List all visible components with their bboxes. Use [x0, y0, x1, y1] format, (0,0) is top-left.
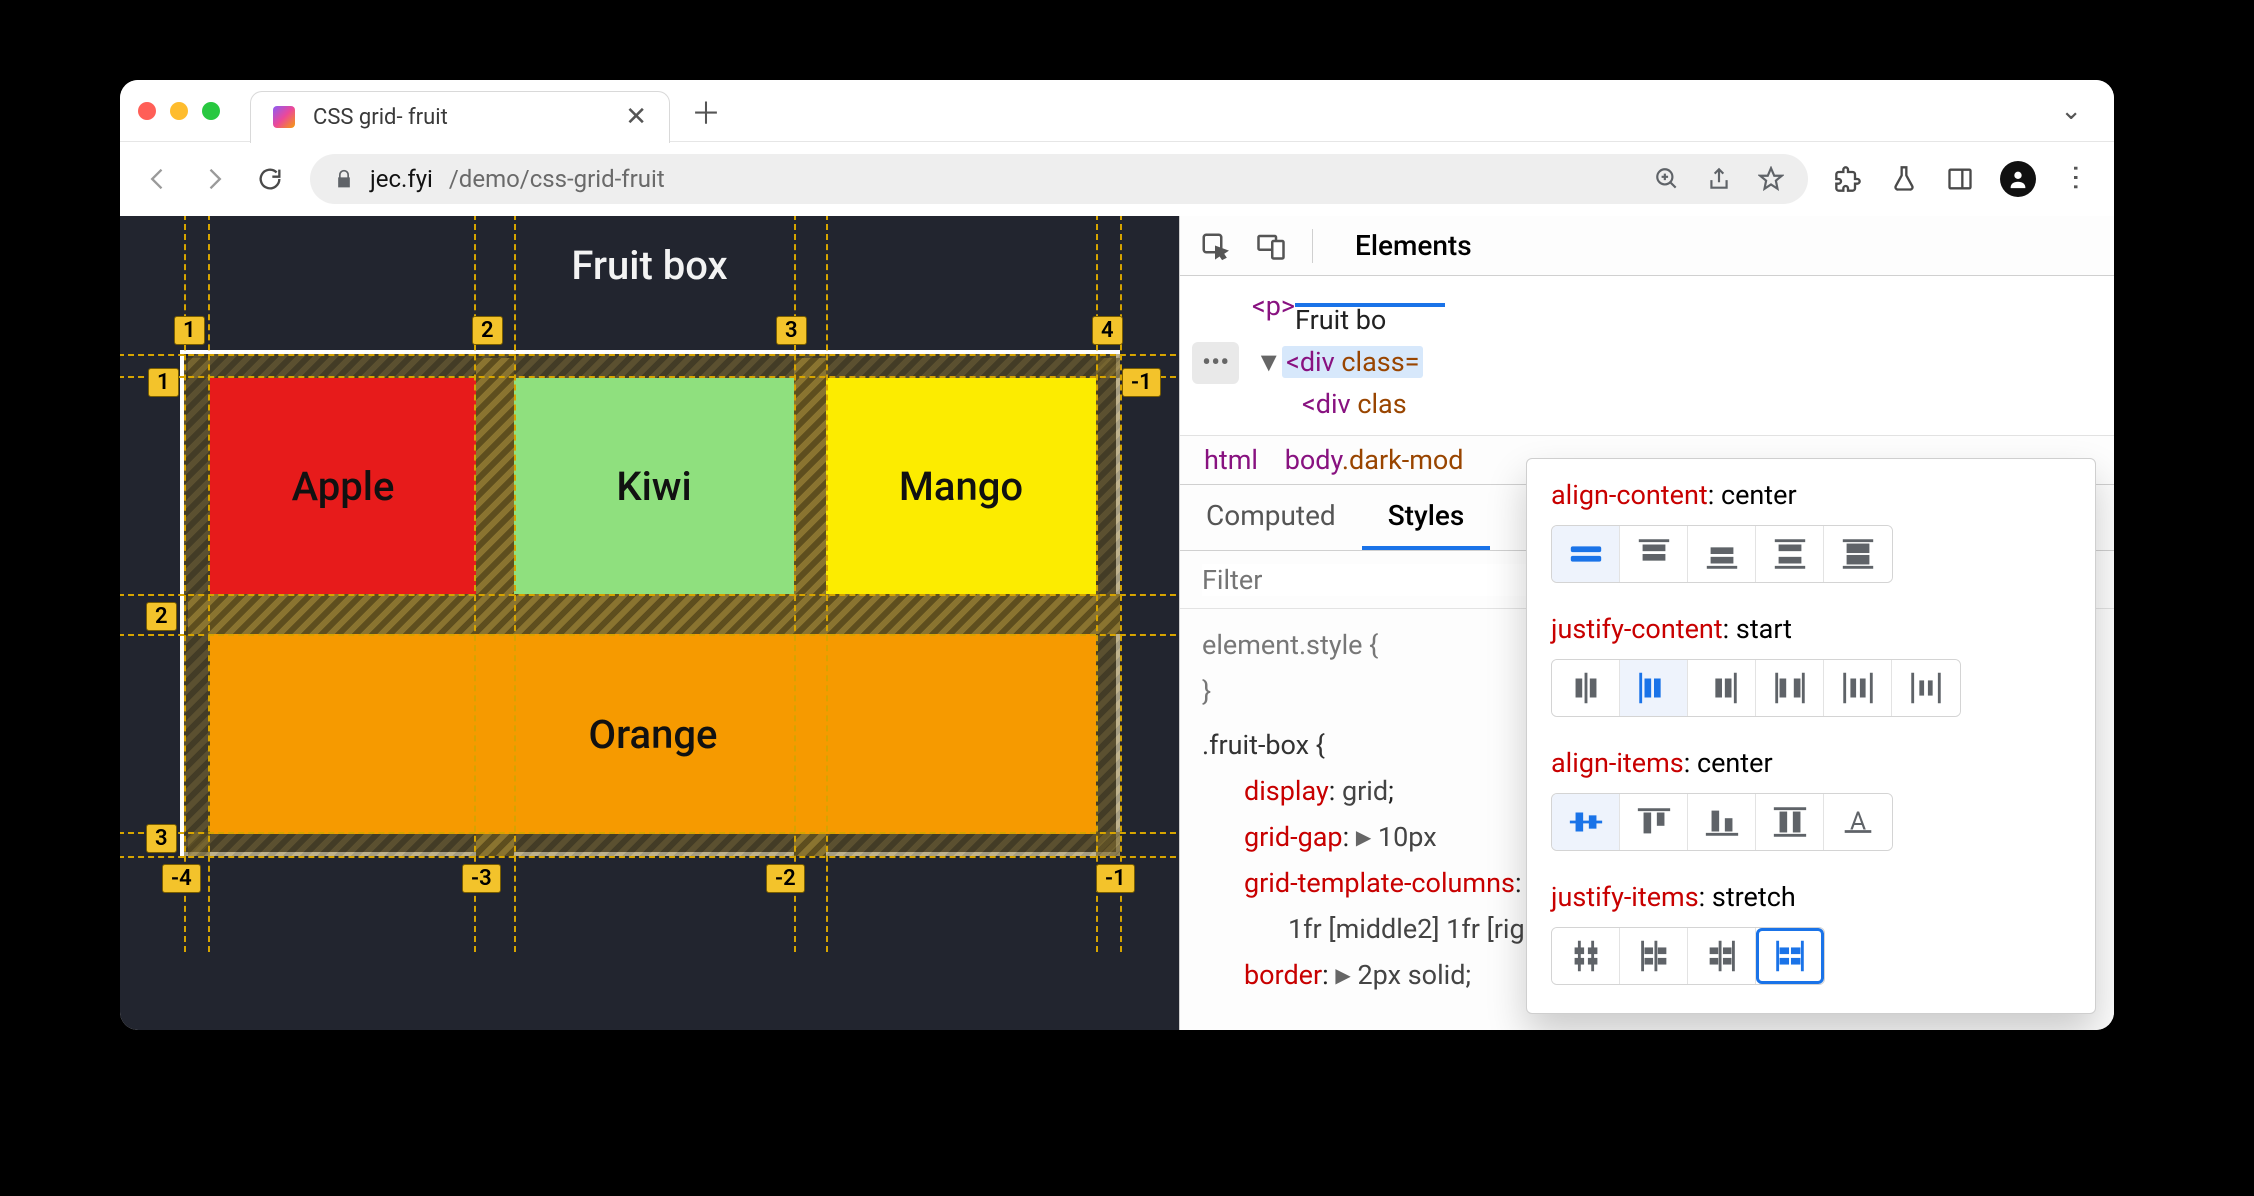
device-toggle-icon[interactable] [1256, 231, 1286, 261]
grid-line-label: 1 [174, 316, 205, 345]
tab-title: CSS grid- fruit [313, 105, 448, 130]
grid-line [120, 354, 1179, 356]
justify-content-space-around-icon[interactable] [1824, 660, 1892, 716]
justify-content-start-icon[interactable] [1620, 660, 1688, 716]
grid-line [514, 216, 516, 952]
grid-line [120, 856, 1179, 858]
grid-line-label: -3 [462, 864, 501, 893]
css-selector: .fruit-box { [1202, 729, 1325, 761]
page-title: Fruit box [120, 242, 1179, 289]
url-path: /demo/css-grid-fruit [449, 165, 665, 193]
group-align-content: align-content: center [1551, 479, 2071, 583]
browser-window: CSS grid- fruit ✕ ＋ ⌄ jec.fyi/demo/css-g… [120, 80, 2114, 1030]
inspect-icon[interactable] [1200, 231, 1230, 261]
address-bar[interactable]: jec.fyi/demo/css-grid-fruit [310, 154, 1808, 204]
close-tab-button[interactable]: ✕ [625, 102, 647, 132]
grid-line [120, 376, 1179, 378]
zoom-window-button[interactable] [202, 102, 220, 120]
new-tab-button[interactable]: ＋ [688, 93, 724, 129]
tabs-dropdown-button[interactable]: ⌄ [2046, 96, 2096, 126]
group-justify-items: justify-items: stretch [1551, 881, 2071, 985]
dom-tree[interactable]: <p> <p>Fruit bo •••▼<div class= <div cla… [1180, 276, 2114, 435]
align-items-start-icon[interactable] [1620, 794, 1688, 850]
window-controls [138, 102, 220, 120]
grid-line-label: 2 [146, 602, 177, 631]
grid-line-label: 2 [472, 316, 503, 345]
grid-line [120, 594, 1179, 596]
grid-cell-orange: Orange [210, 634, 1096, 834]
dom-text: Fruit bo [1295, 304, 1386, 336]
tab-computed[interactable]: Computed [1180, 485, 1362, 550]
align-content-space-between-icon[interactable] [1756, 526, 1824, 582]
chrome-menu-button[interactable]: ⋯ [2060, 163, 2092, 195]
collapsed-siblings-icon[interactable]: ••• [1192, 342, 1239, 384]
profile-avatar[interactable] [2000, 161, 2036, 197]
align-content-center-icon[interactable] [1552, 526, 1620, 582]
grid-line [208, 216, 210, 952]
align-content-start-icon[interactable] [1620, 526, 1688, 582]
lock-icon [334, 169, 354, 189]
grid-line [826, 216, 828, 952]
grid-line [120, 832, 1179, 834]
devtools-panel: Elements <p> <p>Fruit bo •••▼<div class=… [1179, 216, 2114, 1030]
minimize-window-button[interactable] [170, 102, 188, 120]
share-icon[interactable] [1706, 166, 1732, 192]
labs-button[interactable] [1888, 163, 1920, 195]
justify-content-space-evenly-icon[interactable] [1892, 660, 1960, 716]
grid-line [120, 634, 1179, 636]
devtools-tabs: Elements [1339, 229, 1488, 262]
close-window-button[interactable] [138, 102, 156, 120]
align-items-stretch-icon[interactable] [1756, 794, 1824, 850]
grid-cell-apple: Apple [210, 378, 476, 594]
tab-elements[interactable]: Elements [1339, 229, 1488, 262]
align-content-end-icon[interactable] [1688, 526, 1756, 582]
browser-toolbar: jec.fyi/demo/css-grid-fruit ⋯ [120, 142, 2114, 216]
justify-content-center-icon[interactable] [1552, 660, 1620, 716]
reload-button[interactable] [254, 163, 286, 195]
alignment-popover: align-content: center justify-content: s… [1526, 458, 2096, 1014]
grid-gap [188, 354, 1120, 378]
grid-line-label: -4 [162, 864, 201, 893]
grid-gap [188, 594, 1120, 634]
grid-line-label: 3 [146, 824, 177, 853]
grid-line-label: 1 [148, 368, 179, 397]
separator [1312, 229, 1313, 263]
grid-line-label: -2 [766, 864, 805, 893]
justify-items-stretch-icon[interactable] [1756, 928, 1824, 984]
bookmark-star-icon[interactable] [1758, 166, 1784, 192]
justify-items-center-icon[interactable] [1552, 928, 1620, 984]
content-area: Fruit box Apple Kiwi Mango Orange [120, 216, 2114, 1030]
justify-content-end-icon[interactable] [1688, 660, 1756, 716]
align-items-end-icon[interactable] [1688, 794, 1756, 850]
grid-cell-mango: Mango [826, 378, 1096, 594]
forward-button[interactable] [198, 163, 230, 195]
extensions-button[interactable] [1832, 163, 1864, 195]
justify-content-space-between-icon[interactable] [1756, 660, 1824, 716]
favicon-icon [273, 106, 295, 128]
side-panel-button[interactable] [1944, 163, 1976, 195]
align-items-baseline-icon[interactable]: A [1824, 794, 1892, 850]
grid-line-label: -1 [1096, 864, 1135, 893]
group-align-items: align-items: center A [1551, 747, 2071, 851]
zoom-icon[interactable] [1654, 166, 1680, 192]
devtools-top-bar: Elements [1180, 216, 2114, 276]
grid-line-label: 4 [1092, 316, 1123, 345]
titlebar: CSS grid- fruit ✕ ＋ ⌄ [120, 80, 2114, 142]
grid-line-label: 3 [776, 316, 807, 345]
group-justify-content: justify-content: start [1551, 613, 2071, 717]
justify-items-start-icon[interactable] [1620, 928, 1688, 984]
back-button[interactable] [142, 163, 174, 195]
justify-items-end-icon[interactable] [1688, 928, 1756, 984]
grid-overlay: Apple Kiwi Mango Orange [180, 350, 1120, 856]
demo-page: Fruit box Apple Kiwi Mango Orange [120, 216, 1179, 1030]
grid-cell-kiwi: Kiwi [514, 378, 794, 594]
url-host: jec.fyi [370, 165, 433, 193]
align-items-center-icon[interactable] [1552, 794, 1620, 850]
grid-gap [188, 832, 1120, 856]
align-content-stretch-icon[interactable] [1824, 526, 1892, 582]
grid-line-label: -1 [1122, 368, 1161, 397]
browser-tab[interactable]: CSS grid- fruit ✕ [250, 91, 670, 143]
tab-styles[interactable]: Styles [1362, 485, 1491, 550]
